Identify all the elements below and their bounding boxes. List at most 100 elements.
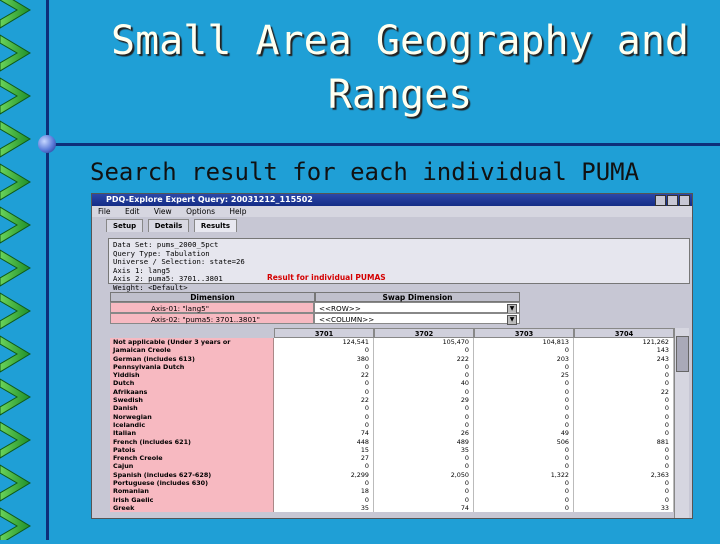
table-cell[interactable]: 35 bbox=[374, 445, 474, 455]
table-cell[interactable]: 25 bbox=[474, 371, 574, 380]
table-cell[interactable]: 22 bbox=[274, 396, 374, 405]
table-cell[interactable]: 2,299 bbox=[274, 470, 374, 480]
close-icon[interactable] bbox=[679, 195, 690, 206]
table-cell[interactable]: 0 bbox=[474, 503, 574, 513]
table-cell[interactable]: 0 bbox=[474, 396, 574, 405]
tab-results[interactable]: Results bbox=[193, 219, 238, 232]
table-cell[interactable]: 0 bbox=[274, 362, 374, 372]
row-label[interactable]: Swedish bbox=[110, 396, 274, 405]
table-cell[interactable]: 0 bbox=[374, 420, 474, 430]
table-cell[interactable]: 0 bbox=[374, 404, 474, 413]
table-cell[interactable]: 0 bbox=[574, 429, 674, 438]
row-label[interactable]: Dutch bbox=[110, 379, 274, 388]
tab-details[interactable]: Details bbox=[147, 219, 190, 232]
table-cell[interactable]: 881 bbox=[574, 437, 674, 446]
axis2-swap-select[interactable]: <<COLUMN>> ▼ bbox=[314, 313, 520, 325]
table-cell[interactable]: 121,262 bbox=[574, 338, 674, 347]
row-label[interactable]: Spanish (includes 627-628) bbox=[110, 470, 274, 480]
table-cell[interactable]: 74 bbox=[274, 429, 374, 438]
row-label[interactable]: Cajun bbox=[110, 462, 274, 471]
table-cell[interactable]: 0 bbox=[274, 346, 374, 355]
table-cell[interactable]: 0 bbox=[474, 404, 574, 413]
table-cell[interactable]: 49 bbox=[474, 429, 574, 438]
table-cell[interactable]: 0 bbox=[574, 487, 674, 496]
table-cell[interactable]: 0 bbox=[574, 462, 674, 471]
column-header[interactable]: 3702 bbox=[374, 328, 474, 338]
table-cell[interactable]: 124,541 bbox=[274, 338, 374, 347]
row-label[interactable]: Portuguese (includes 630) bbox=[110, 479, 274, 488]
table-cell[interactable]: 0 bbox=[374, 462, 474, 471]
table-cell[interactable]: 0 bbox=[474, 420, 574, 430]
table-cell[interactable]: 2,050 bbox=[374, 470, 474, 480]
row-label[interactable]: Italian bbox=[110, 429, 274, 438]
table-cell[interactable]: 29 bbox=[374, 396, 474, 405]
tab-setup[interactable]: Setup bbox=[106, 219, 144, 232]
table-cell[interactable]: 0 bbox=[374, 495, 474, 504]
table-cell[interactable]: 104,813 bbox=[474, 338, 574, 347]
table-cell[interactable]: 40 bbox=[374, 379, 474, 388]
table-cell[interactable]: 0 bbox=[574, 454, 674, 463]
row-label[interactable]: French (includes 621) bbox=[110, 437, 274, 446]
table-cell[interactable]: 0 bbox=[574, 412, 674, 421]
table-cell[interactable]: 0 bbox=[274, 387, 374, 397]
row-label[interactable]: French Creole bbox=[110, 454, 274, 463]
table-cell[interactable]: 18 bbox=[274, 487, 374, 496]
table-cell[interactable]: 0 bbox=[374, 362, 474, 372]
table-cell[interactable]: 0 bbox=[574, 479, 674, 488]
menu-view[interactable]: View bbox=[154, 207, 172, 216]
table-cell[interactable]: 27 bbox=[274, 454, 374, 463]
row-label[interactable]: Jamaican Creole bbox=[110, 346, 274, 355]
table-cell[interactable]: 0 bbox=[474, 445, 574, 455]
minimize-icon[interactable] bbox=[655, 195, 666, 206]
column-header[interactable]: 3701 bbox=[274, 328, 374, 338]
table-cell[interactable]: 0 bbox=[474, 495, 574, 504]
table-cell[interactable]: 243 bbox=[574, 354, 674, 363]
table-cell[interactable]: 143 bbox=[574, 346, 674, 355]
row-label[interactable]: Icelandic bbox=[110, 420, 274, 430]
row-label[interactable]: Greek bbox=[110, 503, 274, 513]
table-cell[interactable]: 506 bbox=[474, 437, 574, 446]
row-label[interactable]: Irish Gaelic bbox=[110, 495, 274, 504]
table-cell[interactable]: 0 bbox=[474, 462, 574, 471]
table-cell[interactable]: 26 bbox=[374, 429, 474, 438]
row-label[interactable]: Norwegian bbox=[110, 412, 274, 421]
table-cell[interactable]: 0 bbox=[474, 362, 574, 372]
column-header[interactable]: 3703 bbox=[474, 328, 574, 338]
table-cell[interactable]: 0 bbox=[574, 404, 674, 413]
table-cell[interactable]: 2,363 bbox=[574, 470, 674, 480]
table-cell[interactable]: 0 bbox=[274, 379, 374, 388]
dropdown-arrow-icon[interactable]: ▼ bbox=[507, 315, 517, 325]
table-cell[interactable]: 0 bbox=[474, 412, 574, 421]
table-cell[interactable]: 0 bbox=[574, 445, 674, 455]
table-cell[interactable]: 0 bbox=[274, 495, 374, 504]
table-cell[interactable]: 0 bbox=[274, 412, 374, 421]
table-cell[interactable]: 0 bbox=[474, 379, 574, 388]
table-cell[interactable]: 15 bbox=[274, 445, 374, 455]
row-label[interactable]: Patois bbox=[110, 445, 274, 455]
menu-file[interactable]: File bbox=[98, 207, 111, 216]
table-cell[interactable]: 489 bbox=[374, 437, 474, 446]
table-cell[interactable]: 0 bbox=[574, 379, 674, 388]
table-cell[interactable]: 0 bbox=[274, 404, 374, 413]
table-cell[interactable]: 0 bbox=[274, 420, 374, 430]
table-cell[interactable]: 22 bbox=[274, 371, 374, 380]
table-cell[interactable]: 0 bbox=[374, 346, 474, 355]
table-cell[interactable]: 380 bbox=[274, 354, 374, 363]
axis1-swap-select[interactable]: <<ROW>> ▼ bbox=[314, 302, 520, 314]
menu-options[interactable]: Options bbox=[186, 207, 215, 216]
table-cell[interactable]: 0 bbox=[374, 479, 474, 488]
table-cell[interactable]: 0 bbox=[274, 462, 374, 471]
table-cell[interactable]: 0 bbox=[374, 387, 474, 397]
row-label[interactable]: Danish bbox=[110, 404, 274, 413]
table-cell[interactable]: 0 bbox=[474, 454, 574, 463]
row-label[interactable]: Not applicable (Under 3 years or bbox=[110, 338, 274, 347]
row-label[interactable]: Pennsylvania Dutch bbox=[110, 362, 274, 372]
grid-vertical-scrollbar[interactable] bbox=[674, 328, 689, 518]
table-cell[interactable]: 0 bbox=[574, 495, 674, 504]
maximize-icon[interactable] bbox=[667, 195, 678, 206]
table-cell[interactable]: 35 bbox=[274, 503, 374, 513]
table-cell[interactable]: 448 bbox=[274, 437, 374, 446]
table-cell[interactable]: 0 bbox=[374, 487, 474, 496]
table-cell[interactable]: 0 bbox=[474, 346, 574, 355]
row-label[interactable]: Afrikaans bbox=[110, 387, 274, 397]
